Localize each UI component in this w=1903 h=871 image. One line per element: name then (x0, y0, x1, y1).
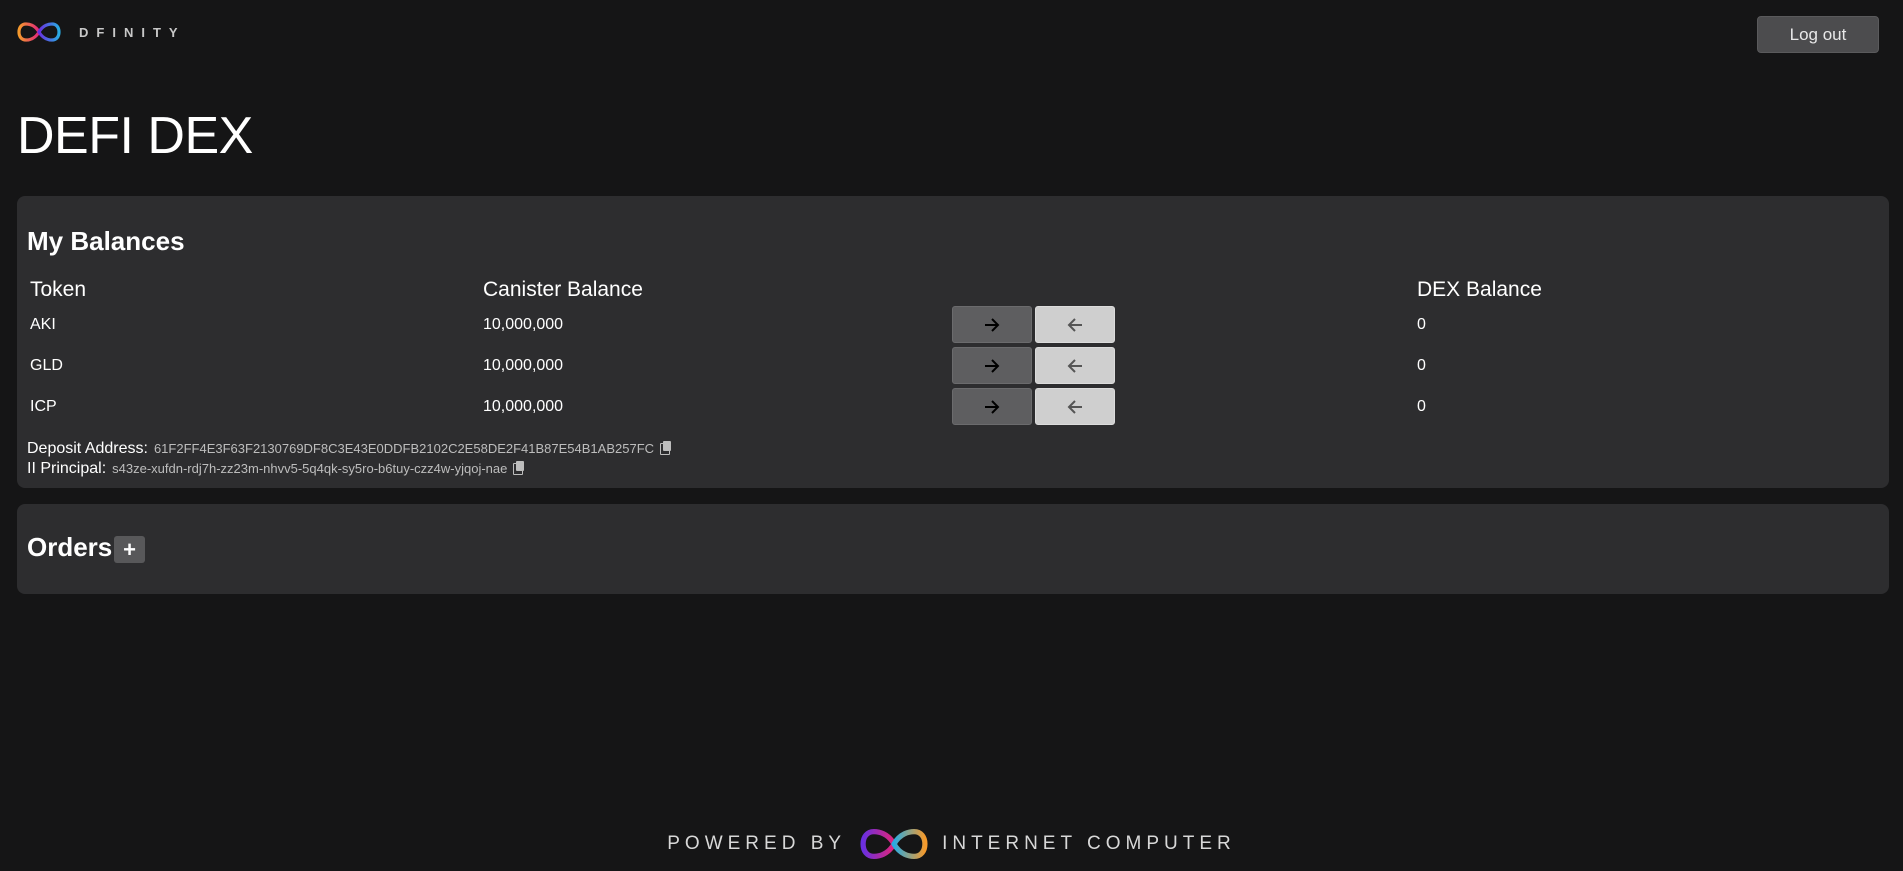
logout-button[interactable]: Log out (1757, 16, 1879, 53)
column-header-canister-balance: Canister Balance (483, 278, 643, 301)
token-name: GLD (30, 357, 63, 374)
orders-card: Orders + (17, 504, 1889, 594)
deposit-address-value: 61F2FF4E3F63F2130769DF8C3E43E0DDFB2102C2… (153, 441, 655, 456)
dex-balance: 0 (1417, 357, 1426, 374)
withdraw-gld-button[interactable] (1035, 347, 1115, 384)
balances-title: My Balances (27, 226, 185, 256)
deposit-gld-button[interactable] (952, 347, 1032, 384)
dfinity-logo[interactable]: DFINITY (17, 20, 186, 44)
arrow-right-icon (985, 358, 1000, 373)
arrow-left-icon (1067, 399, 1082, 414)
internet-computer-text: INTERNET COMPUTER (942, 833, 1236, 854)
deposit-address-label: Deposit Address: (27, 440, 148, 457)
column-header-dex-balance: DEX Balance (1417, 278, 1542, 301)
principal-value: s43ze-xufdn-rdj7h-zz23m-nhvv5-5q4qk-sy5r… (112, 461, 508, 476)
arrow-right-icon (985, 399, 1000, 414)
canister-balance: 10,000,000 (483, 316, 564, 333)
deposit-icp-button[interactable] (952, 388, 1032, 425)
page-title: DEFI DEX (17, 107, 253, 165)
arrow-left-icon (1067, 358, 1082, 373)
canister-balance: 10,000,000 (483, 398, 564, 415)
withdraw-aki-button[interactable] (1035, 306, 1115, 343)
deposit-aki-button[interactable] (952, 306, 1032, 343)
infinity-logo-icon (860, 829, 928, 859)
deposit-address-row: Deposit Address: 61F2FF4E3F63F2130769DF8… (27, 440, 672, 458)
orders-title: Orders (27, 532, 113, 562)
withdraw-icp-button[interactable] (1035, 388, 1115, 425)
dex-balance: 0 (1417, 316, 1426, 333)
token-name: ICP (30, 398, 57, 415)
add-order-button[interactable]: + (114, 536, 145, 563)
arrow-left-icon (1067, 317, 1082, 332)
canister-balance: 10,000,000 (483, 357, 564, 374)
powered-by-text: POWERED BY (667, 833, 847, 854)
principal-row: II Principal: s43ze-xufdn-rdj7h-zz23m-nh… (27, 460, 525, 478)
footer: POWERED BY INTERNET COMPUTER (0, 820, 1903, 868)
infinity-logo-icon (17, 22, 61, 42)
column-header-token: Token (30, 278, 87, 301)
dex-balance: 0 (1417, 398, 1426, 415)
copy-icon[interactable] (660, 441, 672, 455)
token-name: AKI (30, 316, 56, 333)
app-page: DFINITY Log out DEFI DEX My Balances Tok… (0, 0, 1903, 871)
principal-label: II Principal: (27, 460, 107, 477)
arrow-right-icon (985, 317, 1000, 332)
brand-name: DFINITY (79, 24, 186, 40)
balances-card: My Balances Token Canister Balance DEX B… (17, 196, 1889, 488)
copy-icon[interactable] (513, 461, 525, 475)
